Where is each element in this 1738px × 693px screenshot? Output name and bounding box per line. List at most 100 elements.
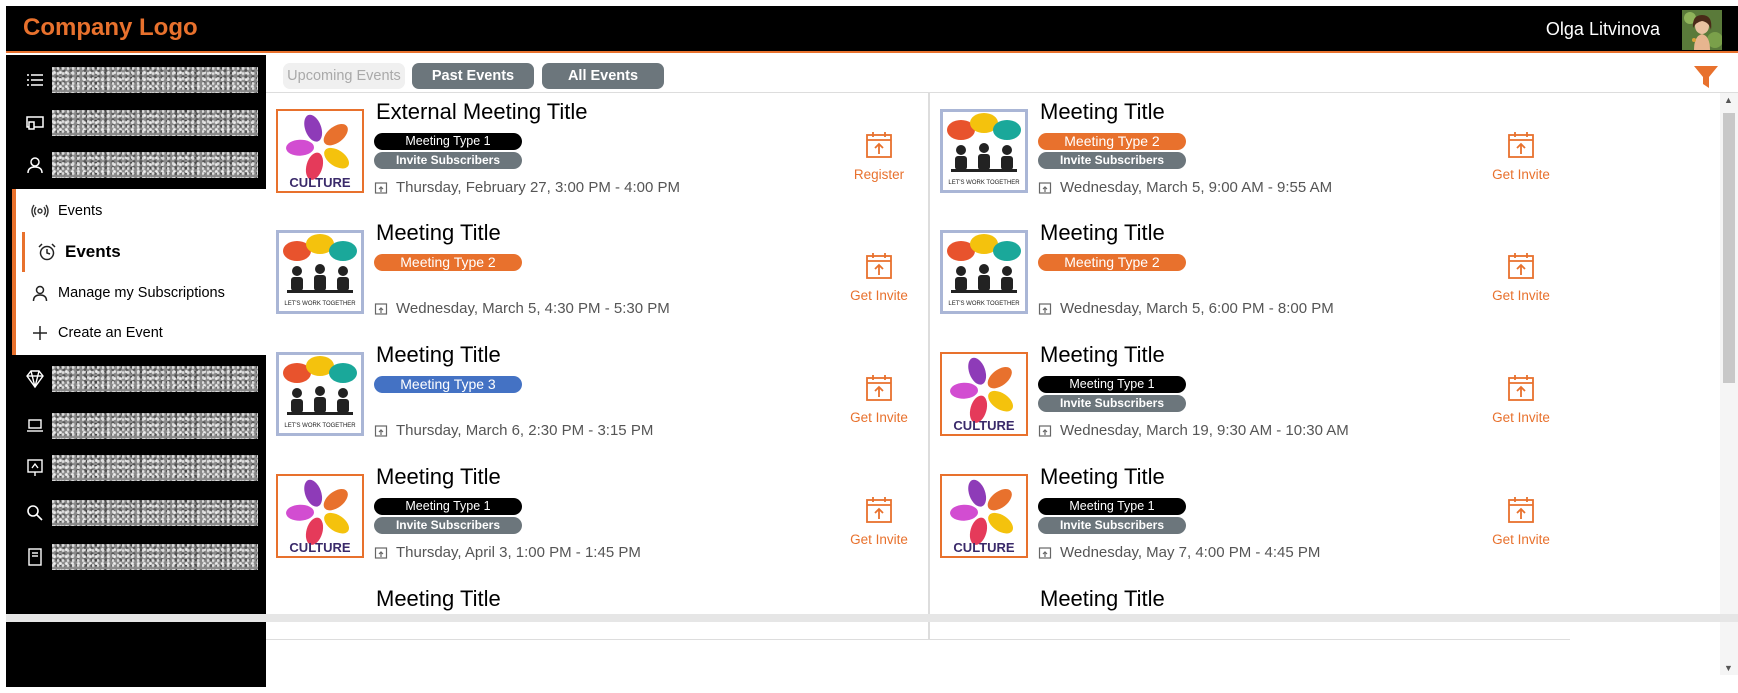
event-title[interactable]: Meeting Title (376, 220, 501, 246)
action-label: Get Invite (1492, 288, 1550, 303)
scroll-thumb[interactable] (1723, 113, 1735, 383)
sidebar-item-7[interactable] (6, 493, 266, 533)
invite-subscribers-button[interactable]: Invite Subscribers (374, 517, 522, 534)
meeting-type-badge: Meeting Type 1 (374, 133, 522, 150)
calendar-invite-icon (1508, 132, 1534, 158)
event-datetime-text: Wednesday, March 19, 9:30 AM - 10:30 AM (1060, 422, 1349, 439)
get-invite-button[interactable]: Get Invite (1478, 250, 1564, 303)
meeting-type-badge: Meeting Type 3 (374, 376, 522, 393)
event-title[interactable]: Meeting Title (376, 342, 501, 368)
event-card[interactable]: CULTURE Meeting Title Meeting Type 1 Invit… (928, 336, 1570, 470)
submenu-header-events[interactable]: Events (16, 191, 266, 231)
calendar-invite-icon (866, 375, 892, 401)
event-title[interactable]: Meeting Title (1040, 220, 1165, 246)
redacted-label (52, 500, 258, 526)
event-card[interactable]: LET'S WORK TOGETHER Meeting Title Meeting… (928, 214, 1570, 348)
event-time-icon (1038, 424, 1052, 437)
avatar[interactable] (1682, 10, 1722, 50)
events-submenu: Events Events Manage my Subscriptions Cr… (12, 189, 266, 355)
meeting-type-badge: Meeting Type 1 (1038, 498, 1186, 515)
tab-upcoming-events[interactable]: Upcoming Events (283, 63, 405, 89)
event-card[interactable]: CULTURE External Meeting Title Meeting Ty… (266, 93, 928, 227)
invite-subscribers-button[interactable]: Invite Subscribers (1038, 152, 1186, 169)
invite-subscribers-button[interactable]: Invite Subscribers (1038, 395, 1186, 412)
event-title[interactable]: Meeting Title (1040, 342, 1165, 368)
event-datetime: Wednesday, March 19, 9:30 AM - 10:30 AM (1038, 422, 1349, 439)
event-card[interactable]: LET'S WORK TOGETHER Meeting Title Meeting… (266, 336, 928, 470)
meeting-type-badge: Meeting Type 2 (1038, 254, 1186, 271)
sidebar-item-4[interactable] (6, 359, 266, 399)
user-name: Olga Litvinova (1545, 19, 1660, 39)
event-title[interactable]: External Meeting Title (376, 99, 588, 125)
invite-subscribers-button[interactable]: Invite Subscribers (374, 152, 522, 169)
calendar-invite-icon (1508, 497, 1534, 523)
event-time-icon (374, 546, 388, 559)
broadcast-icon (31, 204, 49, 218)
action-label: Get Invite (850, 532, 908, 547)
user-icon (32, 285, 48, 302)
event-title[interactable]: Meeting Title (376, 464, 501, 490)
event-title[interactable]: Meeting Title (376, 586, 501, 612)
filter-icon[interactable] (1692, 63, 1720, 91)
sidebar-item-3[interactable] (6, 145, 266, 185)
tab-all-events[interactable]: All Events (542, 63, 664, 89)
scroll-up-arrow-icon[interactable]: ▲ (1724, 95, 1733, 105)
event-card[interactable]: Meeting Title (266, 580, 928, 640)
sidebar-item-2[interactable] (6, 103, 266, 143)
event-card[interactable]: Meeting Title (928, 580, 1570, 640)
event-datetime: Wednesday, March 5, 4:30 PM - 5:30 PM (374, 300, 670, 317)
event-datetime: Thursday, February 27, 3:00 PM - 4:00 PM (374, 179, 680, 196)
invite-subscribers-button[interactable]: Invite Subscribers (1038, 517, 1186, 534)
event-image: LET'S WORK TOGETHER (940, 109, 1028, 193)
meeting-type-badge: Meeting Type 2 (1038, 133, 1186, 150)
event-title[interactable]: Meeting Title (1040, 586, 1165, 612)
scroll-down-arrow-icon[interactable]: ▼ (1724, 663, 1733, 673)
submenu-item-manage-subscriptions[interactable]: Manage my Subscriptions (16, 273, 266, 313)
get-invite-button[interactable]: Get Invite (836, 250, 922, 303)
work-label: LET'S WORK TOGETHER (284, 423, 356, 429)
sidebar-item-5[interactable] (6, 406, 266, 446)
meeting-type-badge: Meeting Type 1 (1038, 376, 1186, 393)
get-invite-button[interactable]: Get Invite (1478, 372, 1564, 425)
get-invite-button[interactable]: Get Invite (836, 494, 922, 547)
event-image: CULTURE (940, 474, 1028, 558)
calendar-invite-icon (866, 253, 892, 279)
event-title[interactable]: Meeting Title (1040, 99, 1165, 125)
get-invite-button[interactable]: Get Invite (1478, 129, 1564, 182)
work-together-illustration: LET'S WORK TOGETHER (283, 356, 357, 429)
scrollbar[interactable]: ▲ ▼ (1720, 93, 1738, 675)
action-label: Get Invite (1492, 410, 1550, 425)
user-icon (27, 157, 43, 174)
meeting-type-badge: Meeting Type 2 (374, 254, 522, 271)
sidebar-item-1[interactable] (6, 60, 266, 100)
company-logo[interactable]: Company Logo (23, 14, 198, 42)
work-together-illustration: LET'S WORK TOGETHER (947, 113, 1021, 186)
event-title[interactable]: Meeting Title (1040, 464, 1165, 490)
event-card[interactable]: LET'S WORK TOGETHER Meeting Title Meeting… (266, 214, 928, 348)
register-button[interactable]: Register (836, 129, 922, 182)
sidebar-item-8[interactable] (6, 537, 266, 577)
work-label: LET'S WORK TOGETHER (284, 301, 356, 307)
app-window: Company Logo Olga Litvinova Events Event… (6, 6, 1738, 687)
top-bar: Company Logo Olga Litvinova (6, 6, 1738, 53)
get-invite-button[interactable]: Get Invite (836, 372, 922, 425)
event-datetime-text: Thursday, April 3, 1:00 PM - 1:45 PM (396, 544, 641, 561)
culture-illustration: CULTURE (286, 114, 351, 190)
event-card[interactable]: CULTURE Meeting Title Meeting Type 1 Invit… (928, 458, 1570, 592)
event-card[interactable]: LET'S WORK TOGETHER Meeting Title Meeting… (928, 93, 1570, 227)
event-image: LET'S WORK TOGETHER (276, 352, 364, 436)
culture-illustration: CULTURE (950, 357, 1015, 433)
redacted-label (52, 544, 258, 570)
tab-past-events[interactable]: Past Events (412, 63, 534, 89)
get-invite-button[interactable]: Get Invite (1478, 494, 1564, 547)
submenu-item-create-event[interactable]: Create an Event (16, 313, 266, 353)
plus-icon (33, 326, 47, 340)
event-card[interactable]: CULTURE Meeting Title Meeting Type 1 Invit… (266, 458, 928, 592)
calendar-invite-icon (1508, 253, 1534, 279)
event-datetime: Thursday, March 6, 2:30 PM - 3:15 PM (374, 422, 653, 439)
meeting-type-badge: Meeting Type 1 (374, 498, 522, 515)
culture-illustration: CULTURE (286, 479, 351, 555)
sidebar-item-6[interactable] (6, 448, 266, 488)
submenu-item-events[interactable]: Events (22, 232, 266, 272)
calendar-invite-icon (1508, 375, 1534, 401)
